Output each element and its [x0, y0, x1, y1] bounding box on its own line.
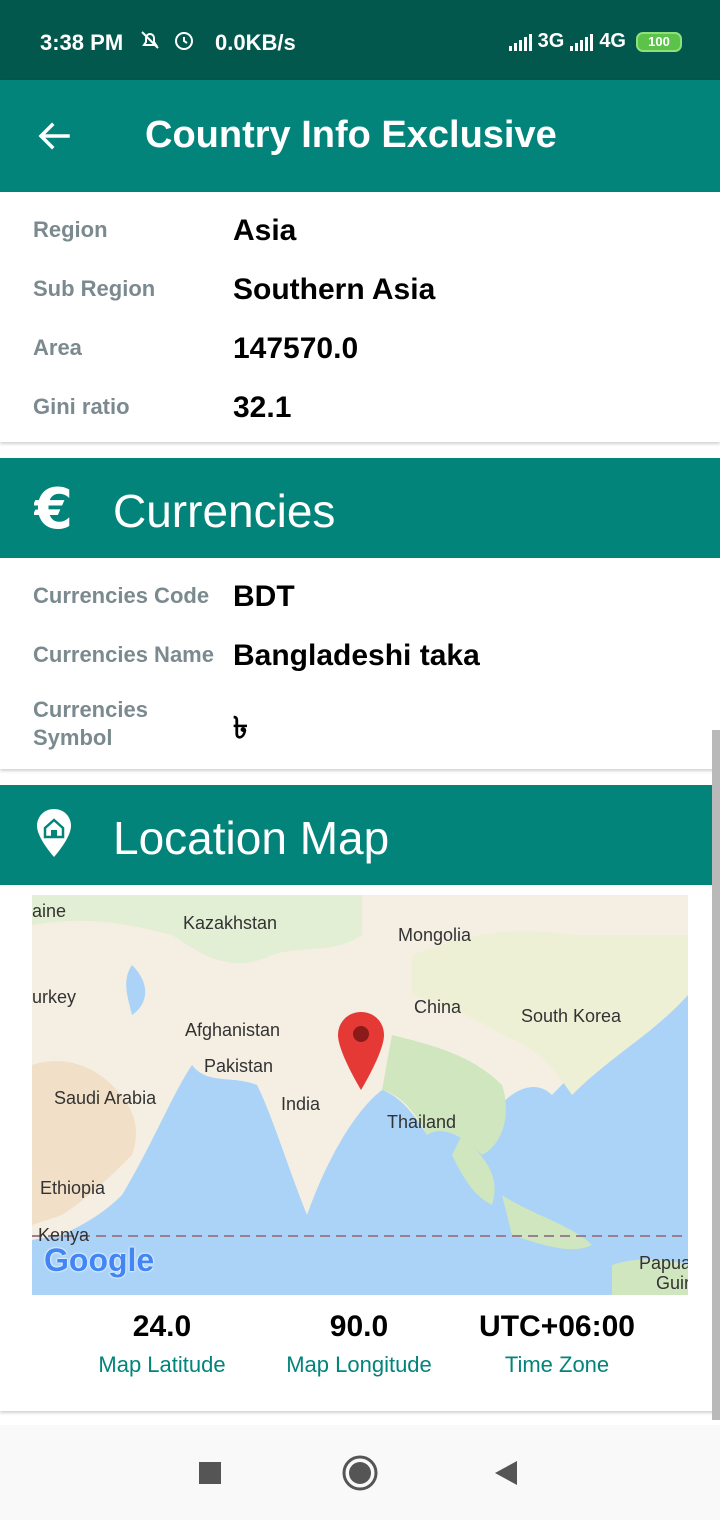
- longitude-value: 90.0: [329, 1310, 389, 1343]
- map-label: Pakistan: [204, 1056, 274, 1076]
- map-label: China: [414, 997, 462, 1017]
- timezone-value: UTC+06:00: [479, 1310, 635, 1343]
- area-label: Area: [33, 335, 82, 360]
- currency-name-value: Bangladeshi taka: [233, 639, 480, 672]
- map-label: urkey: [32, 987, 77, 1007]
- map-label: Kazakhstan: [183, 913, 278, 933]
- map-label: Afghanistan: [185, 1020, 281, 1040]
- signal-icon: [508, 33, 532, 51]
- map-label: Saudi Arabia: [54, 1088, 157, 1108]
- status-right: 3G 4G 100: [508, 30, 682, 53]
- timezone-stat: UTC+06:00 Time Zone: [457, 1310, 657, 1378]
- map-label: Ethiopia: [40, 1178, 106, 1198]
- status-time: 3:38 PM: [40, 30, 124, 55]
- svg-text:€: €: [34, 480, 73, 536]
- location-home-icon: [37, 809, 71, 857]
- scrollbar[interactable]: [712, 730, 720, 1420]
- longitude-label: Map Longitude: [286, 1352, 432, 1377]
- latitude-value: 24.0: [132, 1310, 192, 1343]
- euro-icon: €: [34, 480, 73, 536]
- latitude-stat: 24.0 Map Latitude: [62, 1310, 262, 1378]
- map-label: Thailand: [387, 1112, 457, 1132]
- signal-icon: [570, 33, 594, 51]
- system-nav-bar: [0, 1425, 720, 1520]
- currencies-card: Currencies Code BDT Currencies Name Bang…: [0, 558, 720, 769]
- currency-symbol-label: Currencies Symbol: [33, 697, 148, 750]
- network-speed: 0.0KB/s: [215, 30, 296, 55]
- status-icons: [138, 28, 196, 52]
- area-value: 147570.0: [233, 332, 359, 365]
- app-bar: Country Info Exclusive: [0, 80, 720, 192]
- currency-code-value: BDT: [233, 580, 295, 613]
- location-map[interactable]: aine Kazakhstan Mongolia urkey China Sou…: [32, 895, 688, 1295]
- status-bar: 3:38 PM 0.0KB/s 3G 4G 100: [0, 0, 720, 80]
- subregion-value: Southern Asia: [233, 273, 436, 306]
- map-label: Mongolia: [398, 925, 472, 945]
- subregion-label: Sub Region: [33, 276, 156, 301]
- currencies-header: € Currencies: [0, 458, 720, 558]
- currency-name-label: Currencies Name: [33, 642, 214, 667]
- currency-code-label: Currencies Code: [33, 583, 210, 608]
- latitude-label: Map Latitude: [98, 1352, 226, 1377]
- timezone-label: Time Zone: [504, 1352, 610, 1377]
- network-3g: 3G: [537, 30, 565, 52]
- google-logo: Google: [44, 1242, 155, 1278]
- battery-icon: 100: [636, 31, 682, 52]
- longitude-stat: 90.0 Map Longitude: [259, 1310, 459, 1378]
- location-stats: 24.0 Map Latitude 90.0 Map Longitude UTC…: [0, 1310, 720, 1410]
- stop-square-icon[interactable]: [192, 1455, 228, 1491]
- region-label: Region: [33, 217, 108, 242]
- map-label: aine: [32, 901, 67, 921]
- gini-label: Gini ratio: [33, 394, 130, 419]
- network-4g: 4G: [599, 30, 626, 52]
- home-circle-icon[interactable]: [340, 1453, 380, 1493]
- map-label: India: [281, 1094, 321, 1114]
- currency-symbol-value: ৳: [233, 712, 248, 745]
- location-header: Location Map: [0, 785, 720, 885]
- back-arrow-icon[interactable]: [34, 116, 74, 156]
- location-title: Location Map: [113, 812, 390, 864]
- page-title: Country Info Exclusive: [145, 114, 557, 156]
- alarm-icon: [175, 32, 193, 50]
- gini-value: 32.1: [233, 391, 292, 424]
- general-info-card: Region Asia Sub Region Southern Asia Are…: [0, 192, 720, 442]
- muted-bell-icon: [141, 31, 159, 49]
- map-label: Papua: [639, 1253, 688, 1273]
- map-label: South Korea: [521, 1006, 622, 1026]
- map-label: Guir: [656, 1273, 688, 1293]
- map-pin-icon[interactable]: [336, 1010, 386, 1092]
- region-value: Asia: [233, 214, 297, 247]
- back-triangle-icon[interactable]: [488, 1455, 524, 1491]
- currencies-title: Currencies: [113, 485, 336, 537]
